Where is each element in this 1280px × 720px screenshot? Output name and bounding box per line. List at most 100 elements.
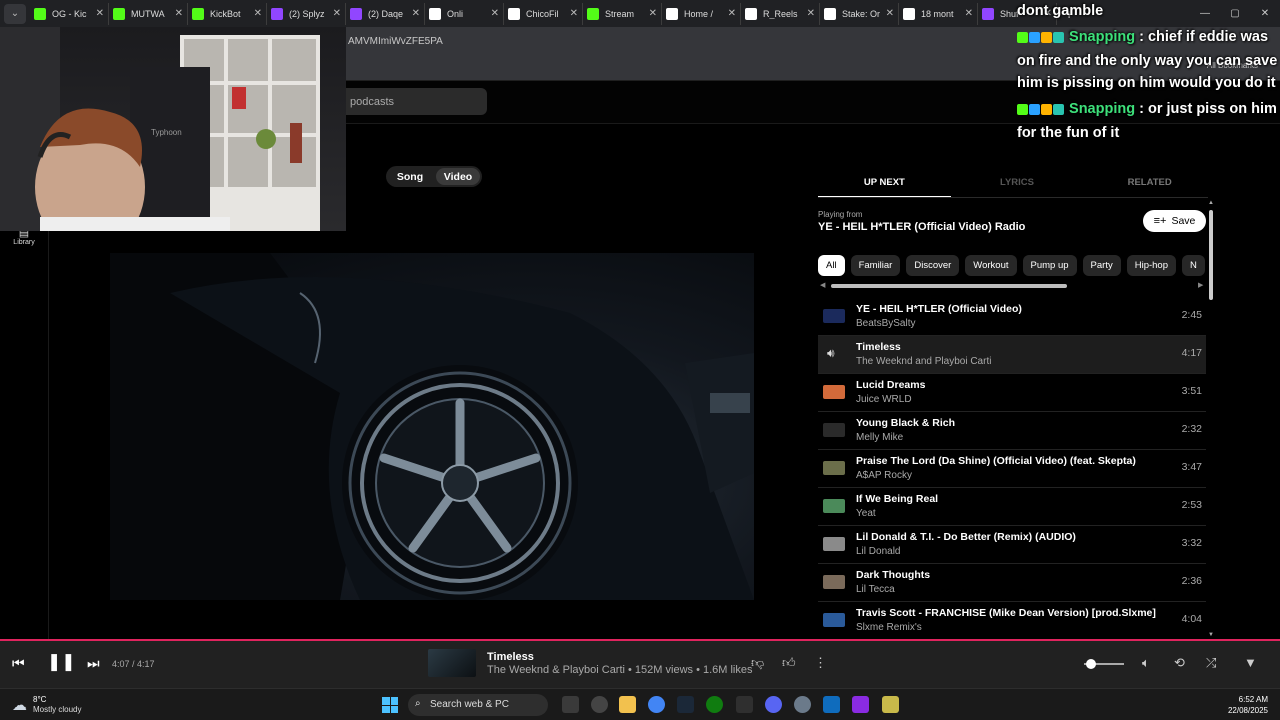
filter-chip[interactable]: Hip-hop bbox=[1126, 255, 1176, 276]
queue-item-artist[interactable]: Slxme Remix's bbox=[856, 622, 922, 633]
video-player[interactable] bbox=[110, 253, 754, 600]
queue-item[interactable]: Young Black & Rich Melly Mike 2:32 bbox=[818, 412, 1206, 450]
address-bar[interactable]: AMVMImiWvZFE5PA bbox=[348, 36, 443, 47]
filter-chip[interactable]: Discover bbox=[906, 255, 960, 276]
queue-item-artist[interactable]: The Weeknd and Playboi Carti bbox=[856, 356, 991, 367]
close-tab-icon[interactable]: ✕ bbox=[886, 8, 894, 19]
queue-item-artist[interactable]: Yeat bbox=[856, 508, 876, 519]
weather-cloud-icon[interactable]: ☁ bbox=[12, 696, 27, 714]
previous-track-icon[interactable]: ⏮ bbox=[12, 655, 25, 672]
queue-item-artist[interactable]: Juice WRLD bbox=[856, 394, 912, 405]
filter-chip[interactable]: N bbox=[1182, 255, 1205, 276]
search-input[interactable]: podcasts bbox=[338, 88, 487, 115]
filter-chip[interactable]: Familiar bbox=[850, 255, 901, 276]
browser-tab[interactable]: Home / ✕ bbox=[662, 2, 741, 25]
browser-tab[interactable]: ChicoFil ✕ bbox=[504, 2, 583, 25]
close-tab-icon[interactable]: ✕ bbox=[965, 8, 973, 19]
filter-chip[interactable]: Workout bbox=[965, 255, 1017, 276]
weather-condition[interactable]: Mostly cloudy bbox=[33, 705, 81, 714]
store-icon[interactable] bbox=[823, 696, 840, 713]
file-explorer-icon[interactable] bbox=[619, 696, 636, 713]
tab-search-button[interactable]: ⌄ bbox=[4, 3, 26, 24]
close-tab-icon[interactable]: ✕ bbox=[254, 8, 262, 19]
discord-icon[interactable] bbox=[765, 696, 782, 713]
browser-tab[interactable]: Onli ✕ bbox=[425, 2, 504, 25]
browser-tab[interactable]: R_Reels ✕ bbox=[741, 2, 820, 25]
windows-start-icon[interactable] bbox=[382, 697, 398, 713]
song-toggle-button[interactable]: Song bbox=[388, 168, 432, 185]
browser-tab[interactable]: Stream ✕ bbox=[583, 2, 662, 25]
browser-tab[interactable]: (2) Splyz ✕ bbox=[267, 2, 346, 25]
pause-icon[interactable]: ❚❚ bbox=[47, 652, 76, 672]
chrome-icon[interactable] bbox=[648, 696, 665, 713]
queue-item[interactable]: Travis Scott - FRANCHISE (Mike Dean Vers… bbox=[818, 602, 1206, 640]
queue-item[interactable]: Dark Thoughts Lil Tecca 2:36 bbox=[818, 564, 1206, 602]
browser-tab[interactable]: Stake: Or ✕ bbox=[820, 2, 899, 25]
xbox-icon[interactable] bbox=[706, 696, 723, 713]
now-playing-thumbnail[interactable] bbox=[428, 649, 476, 677]
browser-tab[interactable]: KickBot ✕ bbox=[188, 2, 267, 25]
settings-gear-icon[interactable] bbox=[794, 696, 811, 713]
filter-chip[interactable]: Party bbox=[1082, 255, 1121, 276]
queue-item-thumbnail[interactable] bbox=[823, 537, 845, 551]
like-icon[interactable]: 👍︎ bbox=[782, 655, 796, 671]
task-view-icon[interactable] bbox=[562, 696, 579, 713]
tab-related[interactable]: RELATED bbox=[1083, 164, 1216, 198]
queue-scroll-thumb[interactable] bbox=[1209, 210, 1213, 300]
tab-up-next[interactable]: UP NEXT bbox=[818, 164, 951, 198]
queue-item-thumbnail[interactable] bbox=[823, 423, 845, 437]
queue-item[interactable]: 🔊︎ Timeless The Weeknd and Playboi Carti 4:… bbox=[818, 336, 1206, 374]
queue-item[interactable]: Lucid Dreams Juice WRLD 3:51 bbox=[818, 374, 1206, 412]
close-tab-icon[interactable]: ✕ bbox=[570, 8, 578, 19]
queue-item-thumbnail[interactable] bbox=[823, 499, 845, 513]
close-tab-icon[interactable]: ✕ bbox=[96, 8, 104, 19]
browser-tab[interactable]: OG - Kic ✕ bbox=[30, 2, 109, 25]
close-tab-icon[interactable]: ✕ bbox=[333, 8, 341, 19]
queue-item[interactable]: YE - HEIL H*TLER (Official Video) BeatsBy… bbox=[818, 298, 1206, 336]
close-tab-icon[interactable]: ✕ bbox=[412, 8, 420, 19]
browser-tab[interactable]: 18 mont ✕ bbox=[899, 2, 978, 25]
close-tab-icon[interactable]: ✕ bbox=[491, 8, 499, 19]
dislike-icon[interactable]: 👎︎ bbox=[751, 655, 764, 671]
volume-slider[interactable] bbox=[1084, 659, 1124, 669]
now-playing-title[interactable]: Timeless bbox=[487, 651, 534, 663]
scroll-left-icon[interactable]: ◀ bbox=[820, 281, 825, 289]
more-options-icon[interactable]: ⋮ bbox=[814, 655, 827, 671]
video-toggle-button[interactable]: Video bbox=[436, 168, 480, 185]
close-tab-icon[interactable]: ✕ bbox=[175, 8, 183, 19]
queue-item[interactable]: Lil Donald & T.I. - Do Better (Remix) (A… bbox=[818, 526, 1206, 564]
queue-item[interactable]: Praise The Lord (Da Shine) (Official Vid… bbox=[818, 450, 1206, 488]
filter-chip[interactable]: Pump up bbox=[1022, 255, 1077, 276]
next-track-icon[interactable]: ⏭ bbox=[87, 655, 100, 672]
queue-item-thumbnail[interactable] bbox=[823, 613, 845, 627]
chips-scrollbar[interactable]: ◀ ▶ bbox=[818, 281, 1208, 289]
scroll-up-icon[interactable]: ▲ bbox=[1208, 200, 1214, 206]
queue-item-thumbnail[interactable] bbox=[823, 385, 845, 399]
app-icon[interactable] bbox=[882, 696, 899, 713]
close-tab-icon[interactable]: ✕ bbox=[649, 8, 657, 19]
queue-scrollbar[interactable]: ▲ ▼ bbox=[1208, 200, 1214, 640]
chips-scroll-thumb[interactable] bbox=[831, 284, 1067, 288]
taskbar-clock[interactable]: 6:52 AM 22/08/2025 bbox=[1228, 694, 1268, 716]
close-tab-icon[interactable]: ✕ bbox=[807, 8, 815, 19]
scroll-down-icon[interactable]: ▼ bbox=[1208, 632, 1214, 638]
tab-lyrics[interactable]: LYRICS bbox=[951, 164, 1084, 198]
repeat-icon[interactable]: ⟲ bbox=[1174, 655, 1185, 671]
queue-item-artist[interactable]: Lil Donald bbox=[856, 546, 900, 557]
queue-item-artist[interactable]: BeatsBySalty bbox=[856, 318, 915, 329]
taskbar-search[interactable]: ⌕ Search web & PC bbox=[408, 694, 548, 716]
app-icon[interactable] bbox=[591, 696, 608, 713]
queue-item-artist[interactable]: A$AP Rocky bbox=[856, 470, 912, 481]
epic-games-icon[interactable] bbox=[736, 696, 753, 713]
app-icon[interactable] bbox=[852, 696, 869, 713]
filter-chip[interactable]: All bbox=[818, 255, 845, 276]
browser-tab[interactable]: (2) Daqe ✕ bbox=[346, 2, 425, 25]
expand-player-icon[interactable]: ▼ bbox=[1244, 655, 1257, 670]
close-tab-icon[interactable]: ✕ bbox=[728, 8, 736, 19]
queue-item-thumbnail[interactable] bbox=[823, 309, 845, 323]
scroll-right-icon[interactable]: ▶ bbox=[1198, 281, 1203, 289]
queue-item-artist[interactable]: Lil Tecca bbox=[856, 584, 895, 595]
queue-item-artist[interactable]: Melly Mike bbox=[856, 432, 903, 443]
steam-icon[interactable] bbox=[677, 696, 694, 713]
queue-item-thumbnail[interactable] bbox=[823, 461, 845, 475]
